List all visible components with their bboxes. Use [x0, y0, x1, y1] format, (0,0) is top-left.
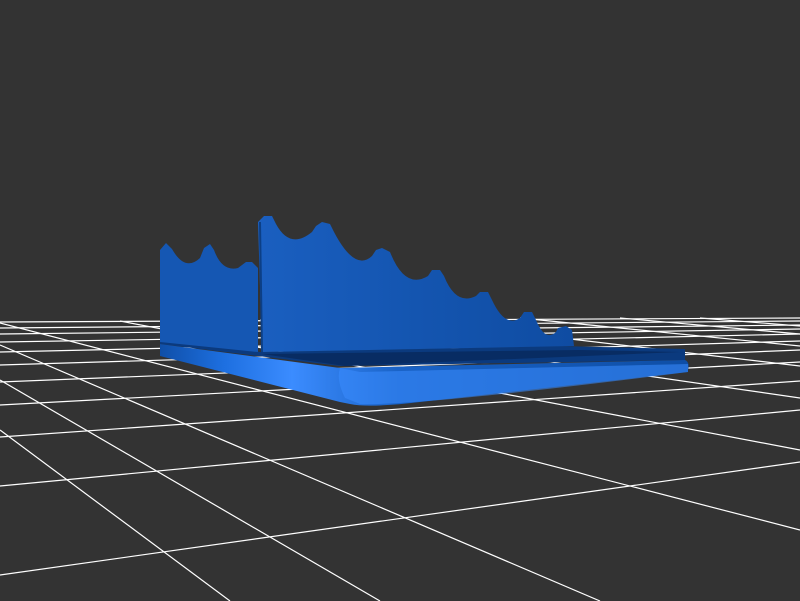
stepped-stand-model[interactable]: [160, 216, 689, 406]
left-wall: [160, 243, 258, 352]
scene-canvas: [0, 216, 800, 601]
3d-viewport[interactable]: [0, 0, 800, 601]
main-stepped-wall: [258, 216, 574, 352]
